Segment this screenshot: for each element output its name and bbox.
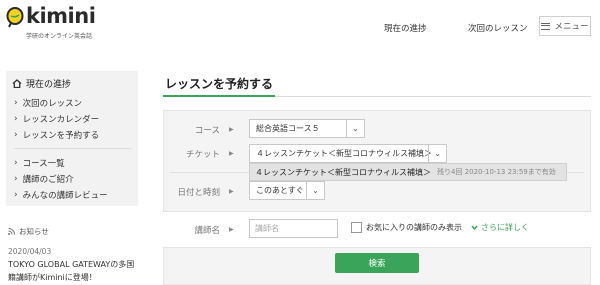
- ticket-select[interactable]: ４レッスンチケット＜新型コロナウィルス補填＞ ⌄: [249, 144, 447, 163]
- arrow-right-icon: ▶: [229, 188, 234, 195]
- hamburger-icon: [541, 22, 551, 30]
- news-date: 2020/04/03: [8, 247, 52, 256]
- favorites-label[interactable]: お気に入りの講師のみ表示: [366, 222, 462, 233]
- title-divider: [275, 96, 591, 97]
- more-options-link[interactable]: さらに詳しく: [471, 222, 529, 233]
- sidebar-item-reserve[interactable]: › レッスンを予約する: [14, 129, 99, 141]
- logo-subtitle: 学研のオンライン英会話: [26, 33, 93, 40]
- sidebar-item-teachers[interactable]: › 講師のご紹介: [14, 173, 74, 185]
- logo-text: kimini: [26, 4, 96, 28]
- chevron-down-icon: [471, 225, 478, 231]
- sidebar-item-next-lesson[interactable]: › 次回のレッスン: [14, 97, 82, 109]
- chevron-right-icon: ›: [14, 174, 18, 184]
- logo-mark-icon: [6, 7, 24, 28]
- datetime-label: 日付と時刻: [177, 188, 220, 198]
- favorites-checkbox[interactable]: [351, 222, 362, 233]
- page-title: レッスンを予約する: [165, 77, 274, 91]
- course-select[interactable]: 総合英語コース５ ⌄: [249, 119, 365, 138]
- chevron-right-icon: ›: [14, 158, 18, 168]
- menu-label: メニュー: [554, 22, 589, 32]
- nav-progress[interactable]: 現在の進捗: [384, 22, 427, 34]
- chevron-down-icon: ⌄: [306, 182, 324, 199]
- sidebar-item-reviews[interactable]: › みんなの講師レビュー: [14, 189, 108, 201]
- teacher-label: 講師名: [194, 226, 220, 236]
- chevron-right-icon: ›: [14, 190, 18, 200]
- chevron-right-icon: ›: [14, 98, 18, 108]
- sidebar-item-courses[interactable]: › コース一覧: [14, 157, 65, 169]
- datetime-select[interactable]: このあとすぐ ⌄: [249, 181, 325, 200]
- teacher-name-input[interactable]: 講師名: [249, 219, 338, 238]
- chevron-right-icon: ›: [14, 130, 18, 140]
- sidebar-item-calendar[interactable]: › レッスンカレンダー: [14, 113, 99, 125]
- news-heading: お知らせ: [8, 226, 49, 237]
- search-button[interactable]: 検索: [335, 253, 419, 273]
- arrow-right-icon: ▶: [229, 226, 234, 233]
- ticket-dropdown-option[interactable]: ４レッスンチケット＜新型コロナウィルス補填＞ 残り4回 2020-10-13 2…: [249, 163, 567, 181]
- menu-button[interactable]: メニュー: [539, 16, 591, 36]
- home-icon: [12, 79, 22, 88]
- sidebar-title[interactable]: 現在の進捗: [12, 77, 71, 90]
- chevron-down-icon: ⌄: [346, 120, 364, 137]
- sidebar: 現在の進捗 › 次回のレッスン › レッスンカレンダー › レッスンを予約する › コー…: [6, 71, 138, 206]
- title-underline: [163, 95, 275, 97]
- rss-icon: [8, 228, 15, 235]
- news-link[interactable]: TOKYO GLOBAL GATEWAYの多国籍講師がKiminiに登場！: [8, 258, 140, 284]
- chevron-down-icon: ⌄: [428, 145, 446, 162]
- sidebar-divider: [14, 148, 132, 149]
- arrow-right-icon: ▶: [229, 150, 234, 157]
- nav-next-lesson[interactable]: 次回のレッスン: [468, 22, 528, 34]
- chevron-right-icon: ›: [14, 114, 18, 124]
- course-label: コース: [194, 126, 220, 136]
- ticket-label: チケット: [185, 150, 220, 160]
- arrow-right-icon: ▶: [229, 126, 234, 133]
